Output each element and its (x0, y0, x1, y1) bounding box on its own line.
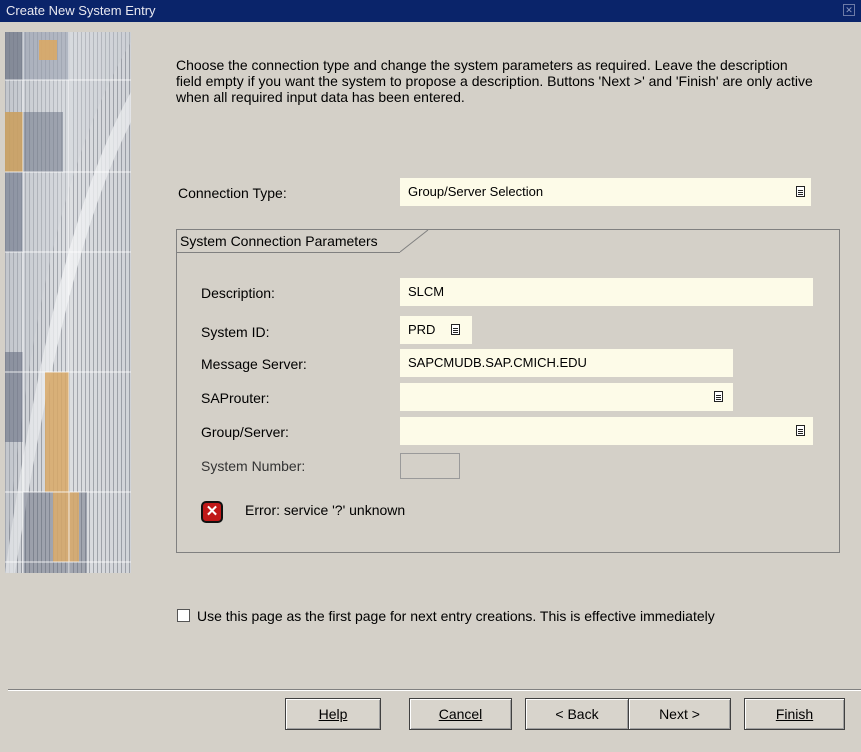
system-id-label: System ID: (201, 324, 270, 340)
cancel-button-label: Cancel (438, 706, 483, 722)
dropdown-icon[interactable] (796, 186, 805, 197)
help-button-label: Help (318, 706, 348, 722)
finish-button[interactable]: Finish (744, 698, 845, 730)
button-bar-separator (8, 689, 861, 691)
help-button[interactable]: Help (285, 698, 381, 730)
system-number-input (400, 453, 460, 479)
message-server-input[interactable]: SAPCMUDB.SAP.CMICH.EDU (400, 349, 733, 377)
description-value: SLCM (408, 284, 445, 299)
error-icon (201, 501, 223, 523)
back-button[interactable]: < Back (525, 698, 629, 730)
description-input[interactable]: SLCM (400, 278, 813, 306)
group-title: System Connection Parameters (180, 233, 378, 249)
close-icon[interactable]: ✕ (843, 4, 855, 16)
first-page-checkbox-label[interactable]: Use this page as the first page for next… (197, 608, 715, 624)
group-server-dropdown[interactable] (400, 417, 813, 445)
connection-type-dropdown[interactable]: Group/Server Selection (400, 178, 811, 206)
group-tab-underline (176, 252, 400, 253)
window-title: Create New System Entry (6, 3, 156, 18)
dropdown-icon[interactable] (796, 425, 805, 436)
connection-type-label: Connection Type: (178, 185, 287, 201)
connection-type-value: Group/Server Selection (408, 184, 544, 199)
next-button-label: Next > (659, 706, 700, 722)
description-label: Description: (201, 285, 275, 301)
first-page-checkbox[interactable] (177, 609, 190, 622)
saprouter-dropdown[interactable] (400, 383, 733, 411)
message-server-value: SAPCMUDB.SAP.CMICH.EDU (408, 355, 587, 370)
message-server-label: Message Server: (201, 356, 307, 372)
dialog-body: Choose the connection type and change th… (0, 22, 861, 752)
saprouter-label: SAProuter: (201, 390, 270, 406)
title-bar: Create New System Entry ✕ (0, 0, 861, 22)
cancel-button[interactable]: Cancel (409, 698, 512, 730)
system-number-label: System Number: (201, 458, 306, 474)
next-button[interactable]: Next > (628, 698, 731, 730)
system-id-value: PRD (408, 322, 436, 337)
group-server-label: Group/Server: (201, 424, 289, 440)
wizard-side-image (5, 32, 131, 573)
back-button-label: < Back (555, 706, 599, 722)
finish-button-label: Finish (775, 706, 814, 722)
group-tab-edge (400, 229, 429, 253)
error-message: Error: service '?' unknown (245, 502, 406, 518)
intro-text: Choose the connection type and change th… (176, 57, 813, 105)
dropdown-icon[interactable] (451, 324, 460, 335)
dropdown-icon[interactable] (714, 391, 723, 402)
system-id-dropdown[interactable]: PRD (400, 316, 472, 344)
